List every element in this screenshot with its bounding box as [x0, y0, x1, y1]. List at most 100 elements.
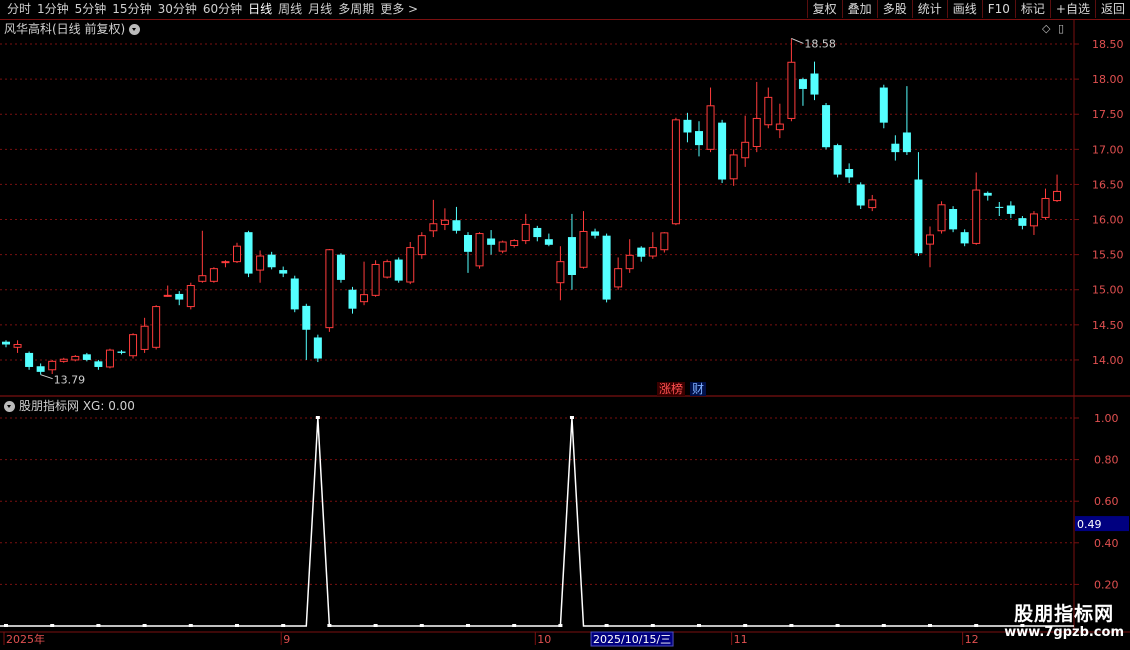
date-axis-label: 9 — [283, 633, 290, 646]
candle-body-down — [487, 238, 496, 245]
indicator-axis-label: 0.20 — [1094, 578, 1119, 591]
xg-indicator-dot — [881, 624, 886, 627]
price-axis-label: 15.00 — [1092, 284, 1124, 297]
candle-body-down — [833, 145, 842, 175]
candle-body-down — [856, 184, 865, 206]
candle-body-up — [764, 96, 773, 126]
cursor-value-label: 0.49 — [1077, 518, 1102, 531]
candle-body-up — [937, 204, 946, 232]
candle-body-up — [556, 261, 565, 284]
candle-body-up — [729, 154, 738, 180]
xg-indicator-dot — [650, 624, 655, 627]
kline-chart[interactable]: 18.50 18.00 17.50 17.00 16.50 16.00 15.50 15.00… — [0, 0, 1130, 650]
indicator-axis-label: 0.80 — [1094, 454, 1119, 467]
candle-body-up — [498, 241, 507, 252]
candle-body-down — [290, 278, 299, 310]
candle-body-down — [279, 270, 288, 274]
candle-body-down — [810, 73, 819, 95]
indicator-axis-label: 0.40 — [1094, 537, 1119, 550]
candle-body-up — [752, 117, 761, 148]
candle-body-down — [464, 234, 472, 252]
high-price-marker: 18.58 — [804, 37, 836, 50]
candle-body-up — [233, 245, 241, 263]
xg-indicator-dot — [558, 624, 563, 627]
candle-body-down — [879, 87, 888, 123]
xg-indicator-dot — [697, 624, 701, 627]
date-axis-label: 11 — [734, 633, 748, 646]
candle-body-down — [960, 232, 969, 244]
xg-indicator-dot — [789, 624, 794, 627]
candle-body-down — [244, 232, 253, 274]
xg-indicator-dot — [419, 624, 424, 627]
candle-body-down — [336, 254, 345, 280]
candle-body-up — [371, 263, 380, 296]
candle-body-up — [671, 119, 680, 225]
indicator-dropdown-icon[interactable] — [4, 400, 15, 412]
candle-body-down — [175, 293, 184, 300]
xg-indicator-dot — [974, 624, 979, 627]
candle-body-down — [82, 354, 91, 360]
candle-body-up — [163, 294, 172, 297]
candle-body-down — [891, 143, 900, 153]
candle-body-down — [313, 337, 322, 359]
indicator-title: 股朋指标网 XG: 0.00 — [19, 399, 135, 413]
xg-indicator-dot — [928, 624, 932, 627]
price-axis-label: 16.50 — [1092, 178, 1124, 191]
candle-body-down — [995, 206, 1004, 208]
candle-body-down — [533, 227, 542, 238]
xg-indicator-dot — [4, 624, 8, 627]
candle-body-up — [660, 232, 669, 251]
date-axis-label: 10 — [537, 633, 551, 646]
candle-body-up — [325, 249, 334, 329]
xg-indicator-dot — [466, 624, 470, 627]
candle-body-up — [105, 349, 114, 368]
candle-body-up — [198, 275, 207, 282]
price-axis-label: 14.00 — [1092, 354, 1124, 367]
indicator-axis-label: 1.00 — [1094, 412, 1119, 425]
candle-body-up — [129, 334, 138, 357]
xg-indicator-dot — [743, 624, 748, 627]
candle-body-down — [718, 122, 727, 180]
price-axis-label: 18.50 — [1092, 38, 1124, 51]
candle-body-up — [741, 141, 750, 159]
candle-body-down — [25, 352, 34, 367]
candle-body-up — [140, 325, 149, 350]
date-axis-label: 12 — [965, 633, 979, 646]
xg-indicator-dot — [96, 624, 101, 627]
candle-body-down — [267, 254, 276, 268]
finance-badge[interactable]: 财 — [690, 382, 707, 396]
candle-body-up — [360, 294, 369, 303]
xg-indicator-line — [0, 417, 1074, 627]
candle-body-down — [2, 341, 10, 345]
date-highlight-label: 2025/10/15/三 — [593, 633, 671, 646]
candle-body-up — [625, 254, 634, 270]
candle-body-down — [695, 131, 703, 146]
xg-indicator-dot — [604, 624, 609, 627]
candle-body-up — [1041, 197, 1050, 218]
candle-body-up — [868, 199, 877, 209]
candle-body-down — [822, 105, 831, 148]
date-axis-label: 2025年 — [6, 632, 45, 646]
watermark-title: 股朋指标网 — [1014, 603, 1115, 625]
candle-body-down — [914, 179, 923, 254]
candle-body-down — [983, 192, 992, 196]
candle-body-down — [94, 361, 103, 367]
xg-indicator-dot — [327, 624, 332, 627]
candle-body-up — [417, 235, 426, 256]
xg-indicator-dot — [835, 624, 840, 627]
candle-body-up — [48, 360, 57, 371]
candle-body-up — [209, 268, 218, 282]
zhangbang-badge[interactable]: 涨榜 — [657, 382, 686, 396]
xg-indicator-dot — [315, 416, 320, 419]
candle-body-up — [71, 355, 80, 361]
indicator-title-row: 股朋指标网 XG: 0.00 — [4, 398, 135, 414]
candle-body-up — [13, 343, 22, 348]
xg-indicator-dot — [142, 624, 147, 627]
price-axis-label: 18.00 — [1092, 73, 1124, 86]
candle-body-down — [845, 168, 854, 178]
price-axis-label: 14.50 — [1092, 319, 1124, 332]
candle-body-down — [637, 247, 646, 257]
candle-body-down — [117, 351, 126, 353]
candle-body-up — [648, 247, 657, 257]
xg-indicator-dot — [569, 416, 574, 419]
